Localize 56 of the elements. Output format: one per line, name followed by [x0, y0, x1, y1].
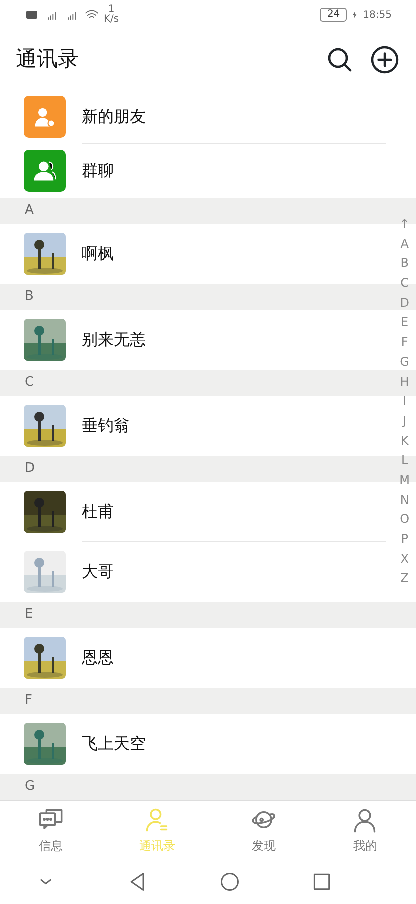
index-letter[interactable]: J — [403, 412, 407, 432]
speed-unit: K/s — [104, 15, 120, 25]
contact-name: 恩恩 — [82, 647, 114, 669]
contact-name: 新的朋友 — [82, 106, 146, 128]
index-letter[interactable]: P — [401, 530, 408, 550]
recents-icon[interactable] — [311, 871, 333, 893]
contact-name: 群聊 — [82, 160, 114, 182]
page-title: 通讯录 — [16, 46, 79, 74]
list-item[interactable]: 新的朋友 — [0, 90, 386, 144]
nav-tab[interactable]: 信息 — [0, 801, 102, 860]
index-letter[interactable]: L — [401, 451, 408, 471]
contact-item[interactable]: 恩恩 — [0, 628, 386, 688]
contact-item[interactable]: 大哥 — [0, 542, 386, 602]
home-icon[interactable] — [219, 871, 241, 893]
section-header: G — [0, 774, 416, 800]
battery-level: 24 — [327, 9, 340, 20]
contact-item[interactable]: 飞上天空 — [0, 714, 386, 774]
index-letter[interactable]: O — [400, 510, 410, 530]
contact-name: 飞上天空 — [82, 733, 146, 755]
index-letter[interactable]: Z — [400, 569, 409, 590]
index-letter[interactable]: F — [401, 333, 408, 353]
index-letter[interactable]: A — [400, 234, 409, 254]
index-letter[interactable]: D — [400, 294, 410, 314]
chat-icon — [38, 806, 64, 832]
index-letter[interactable]: C — [400, 274, 410, 294]
contact-item[interactable]: 别来无恙 — [0, 310, 386, 370]
contacts-icon — [144, 806, 170, 832]
contact-name: 大哥 — [82, 561, 114, 583]
clock-time: 18:55 — [363, 8, 392, 22]
section-header: F — [0, 688, 416, 714]
index-letter[interactable]: G — [400, 352, 410, 372]
index-letter[interactable]: I — [403, 392, 407, 412]
person-icon — [352, 806, 378, 832]
add-button[interactable] — [370, 45, 400, 75]
index-letter[interactable]: X — [400, 550, 409, 570]
contact-name: 垂钓翁 — [82, 415, 130, 437]
index-letter[interactable]: E — [401, 313, 409, 334]
index-letter[interactable]: H — [400, 372, 410, 392]
add-icon — [370, 45, 400, 75]
speed-value: 1 — [108, 5, 115, 15]
contact-item[interactable]: 垂钓翁 — [0, 396, 386, 456]
index-letter[interactable]: M — [400, 470, 410, 491]
nav-tab[interactable]: 发现 — [213, 801, 314, 860]
index-letter[interactable]: B — [400, 254, 409, 274]
list-item[interactable]: 群聊 — [0, 144, 386, 198]
contact-name: 啊枫 — [82, 243, 114, 265]
nav-tab[interactable]: 我的 — [314, 801, 416, 860]
index-letter[interactable]: K — [400, 432, 409, 452]
contact-item[interactable]: 杜甫 — [0, 482, 386, 542]
contact-item[interactable]: 啊枫 — [0, 224, 386, 284]
search-button[interactable] — [326, 46, 354, 74]
contact-name: 杜甫 — [82, 500, 114, 522]
contact-name: 别来无恙 — [82, 329, 146, 351]
index-letter[interactable]: N — [400, 490, 410, 510]
search-icon — [326, 46, 354, 74]
section-header: E — [0, 602, 416, 628]
